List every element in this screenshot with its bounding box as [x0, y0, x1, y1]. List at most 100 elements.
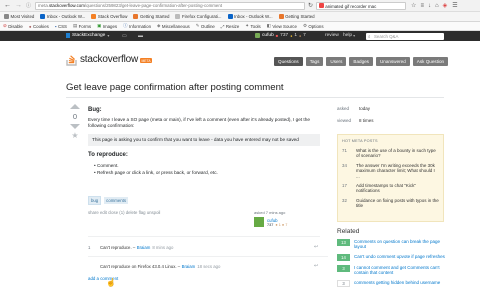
- wrench-icon: ✦: [245, 23, 249, 28]
- css-icon: ▪: [54, 23, 57, 29]
- favorite-star-icon[interactable]: ★: [66, 131, 84, 140]
- list-item[interactable]: 17 Add timestamps to chat "Kick" notific…: [342, 183, 439, 194]
- comment-user[interactable]: Braiam: [182, 264, 196, 269]
- url-field[interactable]: meta.stackoverflow.com/questions/259823/…: [35, 1, 306, 10]
- comment-time: 8 mins ago: [152, 244, 174, 250]
- comment-user[interactable]: Braiam: [137, 245, 151, 250]
- list-item[interactable]: 34 The answer I'm writing exceeds the 30…: [342, 163, 439, 179]
- ext-cookies[interactable]: ● Cookies: [29, 24, 49, 29]
- bronze-badge-count: 7: [303, 33, 306, 39]
- bookmark-label: Stack Overflow: [97, 14, 128, 19]
- avatar[interactable]: [254, 217, 264, 227]
- star-icon[interactable]: ☆: [411, 2, 416, 9]
- ext-forms[interactable]: ▤ Forms: [73, 23, 91, 29]
- nav-questions[interactable]: Questions: [274, 57, 303, 66]
- related-link[interactable]: comments getting hidden behind username: [354, 280, 440, 285]
- related-link[interactable]: Can't undo comment upvote if page refres…: [354, 254, 445, 259]
- stackexchange-topbar: StackExchange ▾ ▭ ▬ cufub ■ 737 ● 1 ● 7 …: [0, 31, 480, 41]
- ext-options[interactable]: ⚙ Options: [303, 23, 324, 29]
- bookmark-getting-started-1[interactable]: Getting Started: [133, 14, 169, 19]
- quote-text: This page is asking you to confirm that …: [92, 137, 299, 142]
- home-icon[interactable]: ⌂: [435, 3, 439, 9]
- nav-users[interactable]: Users: [326, 57, 347, 66]
- question-stats: asked today viewed 8 times: [337, 104, 445, 125]
- search-input[interactable]: ⌕ Search Q&A: [366, 32, 444, 40]
- ext-css[interactable]: ▪ CSS: [55, 24, 67, 29]
- user-card[interactable]: cufub ■ 737 ● 1 ● 7: [255, 33, 306, 39]
- list-item[interactable]: 14 Can't undo comment upvote if page ref…: [337, 253, 445, 261]
- ext-label: Forms: [78, 23, 92, 29]
- tag-bug[interactable]: bug: [88, 196, 102, 205]
- bookmark-stack-overflow[interactable]: Stack Overflow: [91, 14, 127, 19]
- ext-information[interactable]: ⓘ Information: [123, 23, 151, 29]
- help-menu[interactable]: help ▾: [343, 33, 355, 38]
- bookmark-most-visited[interactable]: Most Visited: [4, 14, 34, 19]
- misc-icon: ◆: [157, 23, 161, 28]
- bookmark-outlook-1[interactable]: Inbox - Outlook W...: [40, 14, 85, 19]
- reading-list-icon[interactable]: ≡: [420, 3, 424, 9]
- ext-label: CSS: [57, 23, 67, 29]
- stackexchange-brand: StackExchange: [72, 33, 106, 38]
- ext-label: Information: [129, 23, 152, 29]
- list-item[interactable]: 3 comments getting hidden behind usernam…: [337, 279, 445, 287]
- site-logo[interactable]: stackoverflow META: [66, 52, 153, 66]
- back-icon[interactable]: ←: [4, 2, 11, 9]
- related-link[interactable]: Comments on question can break the page …: [354, 239, 445, 250]
- list-item[interactable]: 13 Comments on question can break the pa…: [337, 239, 445, 250]
- tag-list: bug comments: [88, 196, 128, 205]
- nav-unanswered[interactable]: Unanswered: [375, 57, 410, 66]
- inbox-icon[interactable]: ▭: [122, 33, 127, 39]
- image-icon: ▣: [97, 23, 102, 28]
- search-tab-field[interactable]: animated gif recorder mac: [316, 1, 407, 10]
- comment-list: 1 Can't reproduce. – Braiam 8 mins ago ↩…: [88, 240, 328, 273]
- bookmark-getting-started-2[interactable]: Getting Started: [278, 14, 315, 19]
- asker-badges: ● 1 ● 7: [275, 222, 288, 227]
- related-link[interactable]: I cannot comment and get Comments can't …: [354, 265, 445, 276]
- reply-arrow-icon[interactable]: ↩: [314, 263, 318, 269]
- ext-miscellaneous[interactable]: ◆ Miscellaneous: [157, 23, 190, 29]
- question-title[interactable]: Get leave page confirmation after postin…: [66, 82, 406, 93]
- list-item[interactable]: 71 What is the use of a bounty in such t…: [342, 148, 439, 159]
- steps-list: • Comment. • Refresh page or click a lin…: [88, 162, 320, 176]
- reply-arrow-icon[interactable]: ↩: [314, 244, 318, 250]
- related-score: 13: [337, 239, 350, 246]
- site-switcher[interactable]: StackExchange ▾: [66, 33, 109, 38]
- reload-icon[interactable]: ↻: [308, 2, 313, 9]
- list-item[interactable]: 3 I cannot comment and get Comments can'…: [337, 264, 445, 276]
- tag-comments[interactable]: comments: [104, 197, 128, 204]
- bookmark-outlook-2[interactable]: Inbox - Outlook W...: [227, 14, 273, 19]
- related-score: 14: [337, 253, 350, 261]
- nav-badges[interactable]: Badges: [349, 57, 373, 66]
- related-questions: Related 13 Comments on question can brea…: [337, 228, 445, 287]
- cookie-icon: ●: [28, 23, 32, 29]
- title-divider: [66, 97, 444, 98]
- list-item[interactable]: 32 Guidance on fixing posts with typos i…: [342, 198, 439, 209]
- comment: 1 Can't reproduce. – Braiam 8 mins ago ↩: [88, 240, 328, 254]
- forward-icon[interactable]: →: [15, 2, 22, 9]
- download-icon[interactable]: ↓: [428, 3, 431, 9]
- nav-tags[interactable]: Tags: [305, 57, 324, 66]
- pocket-icon[interactable]: ◈: [443, 2, 448, 9]
- review-link[interactable]: review: [325, 33, 339, 38]
- menu-icon[interactable]: ☰: [452, 2, 457, 9]
- ext-tools[interactable]: ✦ Tools: [245, 23, 260, 29]
- ext-images[interactable]: ▣ Images: [97, 23, 117, 29]
- meta-item-number: 34: [342, 162, 347, 168]
- info-icon[interactable]: ⓘ: [26, 2, 31, 9]
- info-icon: ⓘ: [123, 23, 128, 28]
- ext-view-source[interactable]: ◧ View Source: [267, 23, 297, 29]
- ext-resize[interactable]: ⤢ Resize: [221, 24, 239, 29]
- bookmark-firefox-config[interactable]: Firefox Configurati...: [175, 14, 222, 19]
- no-icon: ⊘: [3, 23, 7, 28]
- comment-text: Can't reproduce. –: [100, 244, 136, 250]
- downvote-icon[interactable]: [70, 124, 80, 129]
- nav-ask-question[interactable]: Ask Question: [412, 57, 449, 66]
- upvote-icon[interactable]: [70, 104, 80, 109]
- asked-value: today: [359, 106, 371, 111]
- post-menu[interactable]: share edit close (1) delete flag unspoil: [88, 210, 160, 215]
- comment-score: 1: [88, 244, 91, 250]
- meta-item-number: 32: [342, 197, 347, 203]
- ext-disable[interactable]: ⊘ Disable: [3, 23, 23, 29]
- ext-outline[interactable]: ✎ Outline: [196, 23, 215, 29]
- achievements-icon[interactable]: ▬: [138, 33, 143, 39]
